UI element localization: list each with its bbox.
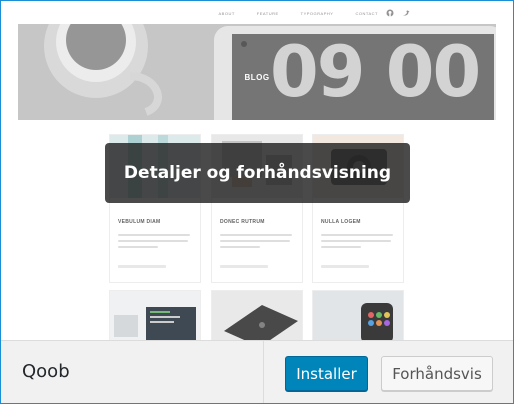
install-button[interactable]: Installer: [285, 356, 368, 391]
theme-actions-bar: Qoob Installer Forhåndsvis: [1, 340, 513, 403]
footer-divider: [263, 341, 264, 403]
details-overlay-text: Detaljer og forhåndsvisning: [123, 163, 392, 183]
theme-name: Qoob: [22, 361, 70, 382]
details-overlay[interactable]: Detaljer og forhåndsvisning: [105, 143, 410, 203]
theme-details-modal: ABOUT FEATURE TYPOGRAPHY CONTACT 09 00 B…: [0, 0, 514, 404]
preview-button[interactable]: Forhåndsvis: [381, 356, 493, 391]
